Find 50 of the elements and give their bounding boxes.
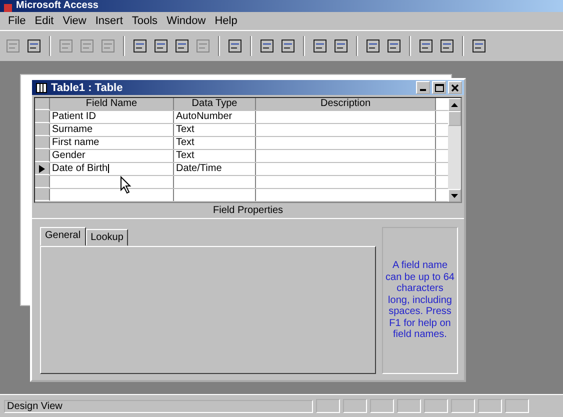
section-title: Field Properties [32,203,464,219]
status-pane [343,399,367,413]
table-icon [36,82,47,92]
mouse-pointer-icon [120,176,132,194]
table-cell[interactable]: Text [174,150,256,162]
table-cell[interactable]: Surname [50,124,174,136]
maximize-icon [434,84,444,92]
menu-item[interactable]: Insert [95,15,123,27]
status-pane [424,399,448,413]
current-row-icon [39,164,45,172]
table-cell[interactable]: First name [50,137,174,149]
menu-item[interactable]: Help [214,15,238,27]
help-text: A field name can be up to 64 characters long, including spaces. Press F1 for help on field names. [385,260,455,341]
row-selector[interactable] [35,163,50,175]
close-button[interactable] [448,81,462,94]
status-pane [316,399,340,413]
tab[interactable]: Lookup [86,229,128,246]
minimize-button[interactable] [416,81,430,94]
close-icon [451,84,459,92]
scroll-up-icon [451,102,458,106]
table-cell[interactable]: Text [174,124,256,136]
status-pane [478,399,502,413]
status-pane [370,399,394,413]
status-pane [451,399,475,413]
table-cell[interactable]: Text [174,137,256,149]
status-text: Design View [4,400,313,412]
menu-item[interactable]: Tools [132,15,158,27]
menu-item[interactable]: Window [166,15,206,27]
vertical-scrollbar[interactable] [448,98,461,202]
app-icon [4,4,12,12]
column-header[interactable]: Description [256,98,436,110]
menu-item[interactable]: Edit [34,15,54,27]
minimize-icon [420,89,426,91]
menu-item[interactable]: View [62,15,86,27]
column-header[interactable]: Data Type [174,98,256,110]
menu-item[interactable]: File [8,15,26,27]
table-cell[interactable]: Patient ID [50,111,174,123]
column-header[interactable]: Field Name [50,98,174,110]
table-cell[interactable]: Gender [50,150,174,162]
table-cell[interactable]: AutoNumber [174,111,256,123]
table-cell[interactable]: Date/Time [174,163,256,175]
status-pane [505,399,529,413]
table-cell[interactable]: Date of Birth [50,163,174,175]
status-pane [397,399,421,413]
maximize-button[interactable] [432,81,446,94]
scroll-down-icon [451,194,458,198]
tab[interactable]: General [40,227,86,246]
scroll-thumb[interactable] [448,111,461,126]
window-title: Table1 : Table [51,82,124,94]
app-title: Microsoft Access [16,0,98,12]
